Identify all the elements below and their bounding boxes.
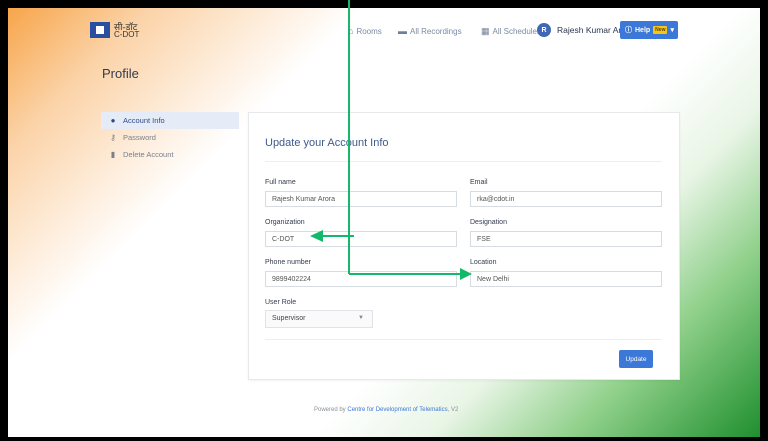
annotation-overlay xyxy=(310,0,472,280)
arrow-right-icon xyxy=(460,268,472,280)
screenshot-frame: सी-डॉट C-DOT ⌂ Rooms ▬ All Recordings ▦ … xyxy=(0,0,768,441)
arrow-left-icon xyxy=(310,230,323,242)
